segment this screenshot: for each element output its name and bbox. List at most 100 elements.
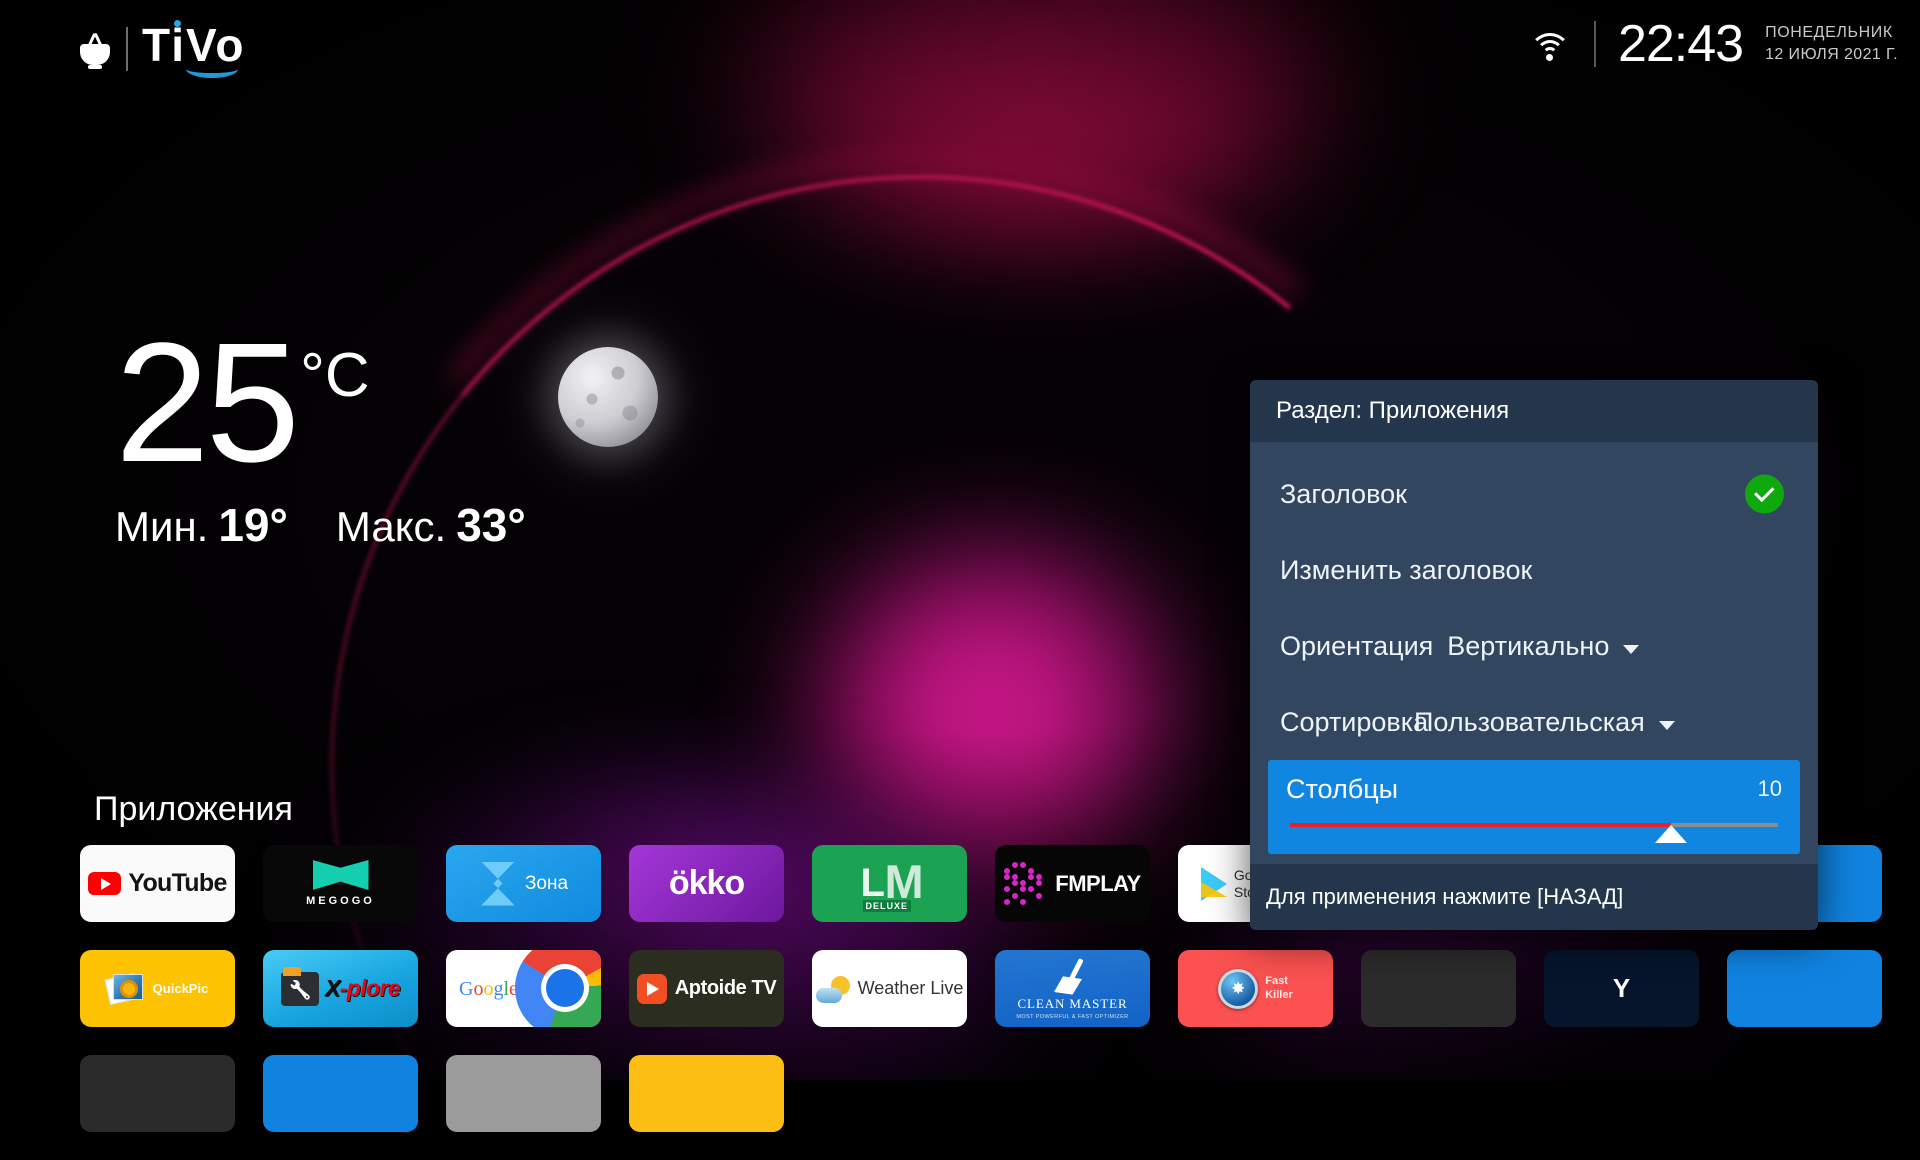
date-block: ПОНЕДЕЛЬНИК 12 ИЮЛЯ 2021 Г. [1765, 22, 1898, 65]
app-tile-lm-deluxe[interactable]: LM DELUXE [812, 845, 967, 922]
app-label-xplore: X-plore [325, 975, 400, 1002]
google-wordmark: Google [459, 978, 518, 1001]
dialog-row-header-toggle[interactable]: Заголовок [1250, 456, 1818, 532]
app-label-fast-killer: Fast Killer [1265, 975, 1293, 1001]
app-label-fmplay: FMPLAY [1055, 871, 1140, 897]
columns-row-top: Столбцы 10 [1280, 774, 1788, 805]
app-tile-okko[interactable]: ökko [629, 845, 784, 922]
youtube-play-icon [88, 872, 121, 895]
dialog-value-orientation[interactable]: Вертикально [1447, 631, 1609, 662]
chevron-down-icon[interactable] [1659, 721, 1675, 730]
dialog-label-header-toggle: Заголовок [1280, 479, 1407, 510]
app-tile-clean-master[interactable]: CLEAN MASTER MOST POWERFUL & FAST OPTIMI… [995, 950, 1150, 1027]
app-label-youtube: YouTube [128, 869, 226, 898]
app-label-zona: Зона [525, 873, 568, 895]
wifi-icon [1528, 27, 1572, 61]
app-tile-aptoide-tv[interactable]: Aptoide TV [629, 950, 784, 1027]
app-tile-youtube[interactable]: YouTube [80, 845, 235, 922]
weather-widget[interactable]: 25 °C Мин. 19° Макс. 33° [115, 330, 526, 552]
xplore-folder-icon [281, 972, 319, 1006]
weather-sun-cloud-icon [816, 974, 850, 1004]
slider-fill [1290, 823, 1671, 827]
tivo-smile-accent [186, 60, 238, 78]
app-tile-row3-blue[interactable] [263, 1055, 418, 1132]
status-cluster: 22:43 ПОНЕДЕЛЬНИК 12 ИЮЛЯ 2021 Г. [1528, 18, 1898, 70]
tivo-dot-accent [174, 20, 181, 27]
app-tile-row3-dark[interactable] [80, 1055, 235, 1132]
tv-antenna-icon [78, 29, 112, 69]
lm-player-icon: LM DELUXE [861, 858, 919, 910]
app-label-quickpic: QuickPic [153, 981, 209, 996]
dialog-header: Раздел: Приложения [1250, 380, 1818, 442]
current-date: 12 ИЮЛЯ 2021 Г. [1765, 44, 1898, 66]
app-label-weather-live: Weather Live [858, 978, 964, 999]
dialog-label-orientation: Ориентация [1280, 631, 1433, 662]
app-label-megogo: MEGOGO [306, 895, 375, 907]
app-label-aptoide-tv: Aptoide TV [675, 977, 777, 1000]
app-label-lm-deluxe: DELUXE [863, 900, 912, 912]
max-value: 33° [456, 498, 526, 552]
fast-killer-line1: Fast [1265, 975, 1293, 988]
dialog-body: Заголовок Изменить заголовок Ориентация … [1250, 442, 1818, 864]
dialog-value-sorting[interactable]: Пользовательская [1414, 707, 1645, 738]
dialog-value-columns: 10 [1758, 776, 1782, 802]
app-tile-quickpic[interactable]: QuickPic [80, 950, 235, 1027]
chrome-logo-icon [515, 950, 601, 1027]
app-tile-fast-killer[interactable]: ✸ Fast Killer [1178, 950, 1333, 1027]
chevron-down-icon[interactable] [1623, 645, 1639, 654]
min-value: 19° [218, 498, 288, 552]
app-tile-unnamed-dark[interactable] [1361, 950, 1516, 1027]
clock-time: 22:43 [1618, 18, 1743, 70]
dialog-footer: Для применения нажмите [НАЗАД] [1250, 864, 1818, 930]
zona-mark-icon [479, 862, 517, 906]
fast-killer-orb-icon: ✸ [1218, 969, 1258, 1009]
checkmark-icon[interactable] [1745, 475, 1784, 514]
columns-slider[interactable] [1290, 819, 1778, 841]
slider-thumb[interactable] [1655, 825, 1687, 843]
fast-killer-line2: Killer [1265, 989, 1293, 1002]
app-tile-chrome[interactable]: Google [446, 950, 601, 1027]
apps-row-2: QuickPic X-plore Google Aptoide TV Weath… [80, 950, 1882, 1027]
temperature-value: 25 [115, 330, 296, 476]
megogo-mark-icon [313, 860, 369, 890]
dialog-row-columns[interactable]: Столбцы 10 [1268, 760, 1800, 854]
temperature-unit: °C [300, 340, 370, 411]
app-tile-unnamed-blue2[interactable] [1727, 950, 1882, 1027]
dialog-row-orientation[interactable]: Ориентация Вертикально [1250, 608, 1818, 684]
top-status-bar: TiVo 22:43 ПОНЕДЕЛЬНИК 12 ИЮЛЯ 2021 Г. [0, 0, 1920, 92]
google-play-triangle-icon [1201, 867, 1227, 901]
section-settings-dialog: Раздел: Приложения Заголовок Изменить за… [1250, 380, 1818, 930]
clean-master-tagline: MOST POWERFUL & FAST OPTIMIZER [1016, 1014, 1128, 1020]
app-tile-unnamed-navy[interactable]: Y [1544, 950, 1699, 1027]
day-of-week: ПОНЕДЕЛЬНИК [1765, 22, 1898, 44]
tivo-logo: TiVo [78, 22, 245, 76]
app-tile-fmplay[interactable]: FMPLAY [995, 845, 1150, 922]
dialog-footer-hint: Для применения нажмите [НАЗАД] [1266, 884, 1623, 910]
dialog-row-edit-header[interactable]: Изменить заголовок [1250, 532, 1818, 608]
status-divider [1594, 21, 1596, 67]
apps-section-title: Приложения [94, 790, 293, 829]
logo-divider [126, 27, 128, 71]
apps-row-3 [80, 1055, 1882, 1132]
dialog-title: Раздел: Приложения [1276, 397, 1509, 425]
full-moon-icon [558, 347, 658, 447]
app-tile-row3-yellow[interactable] [629, 1055, 784, 1132]
app-tile-megogo[interactable]: MEGOGO [263, 845, 418, 922]
fmplay-dots-icon [1004, 862, 1046, 906]
aptoide-play-icon [637, 974, 667, 1004]
quickpic-photos-icon [107, 972, 145, 1006]
max-label: Макс. [336, 503, 446, 551]
app-label-okko: ökko [669, 864, 744, 903]
temperature-min-max: Мин. 19° Макс. 33° [115, 498, 526, 552]
app-tile-row3-grey[interactable] [446, 1055, 601, 1132]
dialog-label-sorting: Сортировка [1280, 708, 1400, 736]
app-tile-zona[interactable]: Зона [446, 845, 601, 922]
dialog-label-columns: Столбцы [1286, 774, 1398, 805]
min-label: Мин. [115, 503, 208, 551]
app-label-clean-master: CLEAN MASTER [1017, 996, 1127, 1012]
app-tile-weather-live[interactable]: Weather Live [812, 950, 967, 1027]
dialog-label-edit-header: Изменить заголовок [1280, 555, 1532, 586]
app-tile-xplore[interactable]: X-plore [263, 950, 418, 1027]
current-temperature-row: 25 °C [115, 330, 526, 476]
dialog-row-sorting[interactable]: Сортировка Пользовательская [1250, 684, 1818, 760]
